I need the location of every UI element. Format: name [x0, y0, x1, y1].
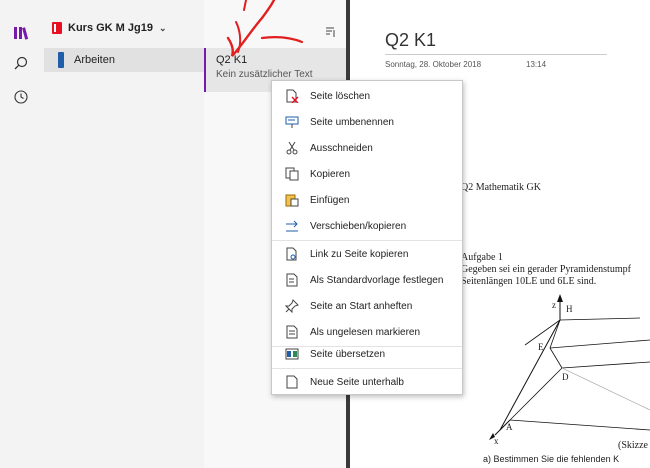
translate-icon	[284, 346, 300, 362]
menu-item-label: Ausschneiden	[310, 142, 373, 154]
scissors-icon	[284, 140, 300, 156]
link-icon	[284, 246, 300, 262]
page-date: Sonntag, 28. Oktober 2018	[385, 60, 482, 69]
menu-item-rename-page[interactable]: Seite umbenennen	[272, 109, 462, 135]
nav-rail	[0, 0, 45, 468]
delete-page-icon	[284, 88, 300, 104]
label-x: x	[494, 436, 499, 446]
menu-item-label: Seite an Start anheften	[310, 300, 413, 312]
notebooks-icon[interactable]	[10, 22, 32, 44]
paste-icon	[284, 192, 300, 208]
label-H: H	[566, 304, 573, 314]
section-label: Arbeiten	[74, 54, 115, 66]
menu-item-label: Einfügen	[310, 194, 350, 206]
context-menu: Seite löschen Seite umbenennen Ausschnei…	[271, 80, 463, 395]
move-copy-icon	[284, 218, 300, 234]
menu-item-move-copy[interactable]: Verschieben/kopieren	[272, 213, 462, 239]
task-line-2: Seitenlängen 10LE und 6LE sind.	[461, 276, 597, 287]
template-icon	[284, 272, 300, 288]
title-underline	[385, 54, 607, 55]
menu-item-new-page-below[interactable]: Neue Seite unterhalb	[272, 369, 462, 395]
page-item-title: Q2 K1	[216, 54, 248, 66]
copy-icon	[284, 166, 300, 182]
label-D: D	[562, 372, 569, 382]
menu-item-label: Als Standardvorlage festlegen	[310, 274, 444, 286]
menu-item-label: Seite übersetzen	[310, 348, 386, 360]
task-line-1: Gegeben sei ein gerader Pyramidenstumpf	[461, 264, 631, 275]
menu-item-label: Als ungelesen markieren	[310, 326, 421, 338]
unread-icon	[284, 324, 300, 340]
new-page-icon	[284, 374, 300, 390]
recent-clock-icon[interactable]	[10, 86, 32, 108]
page-title[interactable]: Q2 K1	[385, 30, 436, 51]
sections-pane: Kurs GK M Jg19 ⌄ Arbeiten	[44, 0, 205, 468]
menu-item-label: Verschieben/kopieren	[310, 220, 407, 232]
question-a: a) Bestimmen Sie die fehlenden K	[483, 454, 620, 464]
sort-icon[interactable]	[324, 26, 336, 41]
menu-item-set-template[interactable]: Als Standardvorlage festlegen	[272, 267, 462, 293]
menu-item-paste[interactable]: Einfügen	[272, 187, 462, 213]
search-icon[interactable]	[10, 52, 32, 74]
menu-item-copy[interactable]: Kopieren	[272, 161, 462, 187]
page-item-preview: Kein zusätzlicher Text	[216, 69, 313, 80]
menu-item-translate[interactable]: Seite übersetzen	[272, 341, 462, 367]
doc-heading: Q2 Mathematik GK	[461, 182, 541, 193]
menu-item-cut[interactable]: Ausschneiden	[272, 135, 462, 161]
pin-icon	[284, 298, 300, 314]
menu-item-pin-start[interactable]: Seite an Start anheften	[272, 293, 462, 319]
section-item-arbeiten[interactable]: Arbeiten	[44, 48, 204, 72]
menu-item-copy-link[interactable]: Link zu Seite kopieren	[272, 241, 462, 267]
menu-item-label: Kopieren	[310, 168, 351, 180]
menu-item-label: Seite umbenennen	[310, 116, 394, 128]
menu-item-delete-page[interactable]: Seite löschen	[272, 83, 462, 109]
menu-item-label: Link zu Seite kopieren	[310, 248, 409, 260]
task-title: Aufgabe 1	[461, 252, 503, 263]
notebook-name: Kurs GK M Jg19	[68, 22, 153, 34]
notebook-icon	[52, 22, 62, 34]
sketch-caption: (Skizze	[618, 440, 648, 451]
page-time: 13:14	[526, 60, 547, 69]
label-z: z	[552, 300, 556, 310]
label-E: E	[538, 342, 544, 352]
label-A: A	[506, 422, 513, 432]
rename-page-icon	[284, 114, 300, 130]
menu-item-label: Seite löschen	[310, 90, 371, 102]
chevron-down-icon: ⌄	[158, 22, 167, 33]
menu-item-label: Neue Seite unterhalb	[310, 376, 404, 388]
section-color-tab	[58, 52, 64, 68]
notebook-switcher[interactable]: Kurs GK M Jg19 ⌄	[52, 22, 167, 34]
